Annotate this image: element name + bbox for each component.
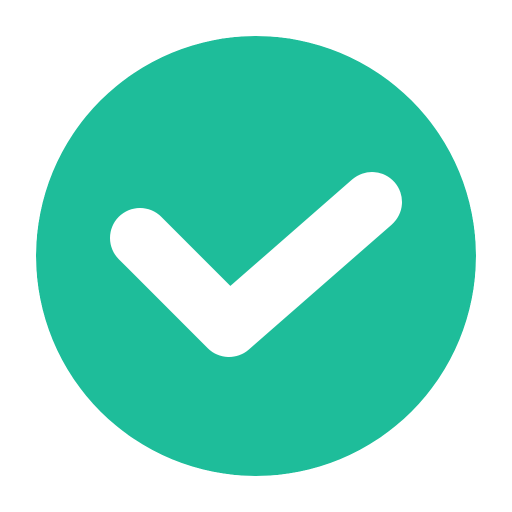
check-circle-icon <box>36 36 476 476</box>
circle-background <box>36 36 476 476</box>
icon-canvas <box>0 0 512 512</box>
